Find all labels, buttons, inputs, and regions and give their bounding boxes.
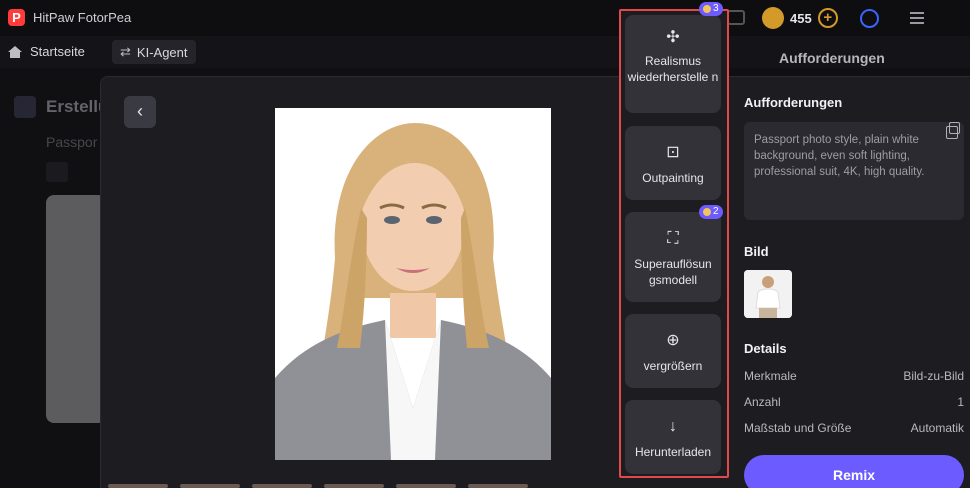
credits-widget[interactable]: 455 +	[762, 5, 838, 31]
thumbnail-peek[interactable]	[324, 484, 384, 488]
nav-agent-label: KI-Agent	[136, 44, 188, 60]
image-heading: Bild	[744, 244, 769, 259]
detail-row-count: Anzahl 1	[744, 395, 964, 409]
coin-icon	[703, 5, 711, 13]
nav-ai-agent[interactable]: ⇄ KI-Agent	[112, 40, 196, 64]
detail-label: Maßstab und Größe	[744, 421, 852, 435]
detail-row-features: Merkmale Bild-zu-Bild	[744, 369, 964, 383]
cost-badge: 2	[699, 205, 723, 219]
detail-value: Bild-zu-Bild	[903, 369, 964, 383]
detail-label: Merkmale	[744, 369, 797, 383]
realism-restore-label: Realismus wiederherstelle n	[627, 54, 719, 84]
expand-corners-icon: ⛶	[667, 230, 679, 247]
sparkle-icon: ✣	[666, 29, 680, 46]
badge-count: 3	[713, 3, 719, 14]
title-bar: P HitPaw FotorPea 455 +	[0, 0, 970, 36]
nav-home[interactable]: Startseite	[8, 44, 85, 59]
zoom-in-label: vergrößern	[643, 359, 703, 373]
super-resolution-button[interactable]: ⛶ Superauflösun gsmodell	[625, 212, 721, 302]
remix-button[interactable]: Remix	[744, 455, 964, 488]
download-label: Herunterladen	[634, 445, 712, 459]
user-icon[interactable]	[860, 9, 879, 28]
outpainting-label: Outpainting	[642, 171, 704, 185]
coin-icon	[762, 7, 784, 29]
thumbnail-peek[interactable]	[468, 484, 528, 488]
menu-icon[interactable]	[910, 12, 924, 24]
generated-photo	[275, 108, 551, 460]
thumbnail-peek[interactable]	[108, 484, 168, 488]
home-icon	[8, 45, 22, 58]
background-right-title: Aufforderungen	[779, 50, 885, 66]
copy-icon[interactable]	[946, 122, 960, 139]
thumbnail-peek[interactable]	[396, 484, 456, 488]
swap-icon: ⇄	[120, 44, 131, 59]
credit-count: 455	[790, 10, 812, 26]
nav-home-label: Startseite	[30, 44, 85, 59]
add-credits-icon[interactable]: +	[817, 8, 838, 28]
outpainting-button[interactable]: ⊡ Outpainting	[625, 126, 721, 200]
download-arrow-icon: ↓	[669, 418, 677, 435]
badge-count: 2	[713, 206, 719, 217]
cost-badge: 3	[699, 2, 723, 16]
details-heading: Details	[744, 341, 787, 356]
coin-icon	[703, 208, 711, 216]
detail-value: Automatik	[910, 421, 964, 435]
download-button[interactable]: ↓ Herunterladen	[625, 400, 721, 474]
source-image-thumbnail[interactable]	[744, 270, 792, 318]
thumbnail-peek[interactable]	[180, 484, 240, 488]
detail-value: 1	[957, 395, 964, 409]
thumbnail-peek[interactable]	[252, 484, 312, 488]
detail-row-scale: Maßstab und Größe Automatik	[744, 421, 964, 435]
image-expand-icon: ⊡	[666, 144, 680, 161]
back-button[interactable]: ‹	[124, 96, 156, 128]
detail-label: Anzahl	[744, 395, 781, 409]
thumbnail-strip	[108, 484, 608, 488]
app-logo: P	[8, 9, 25, 26]
zoom-in-icon: ⊕	[666, 332, 680, 349]
app-title: HitPaw FotorPea	[33, 10, 132, 25]
gallery-icon[interactable]	[727, 10, 745, 25]
prompt-text: Passport photo style, plain white backgr…	[744, 122, 964, 220]
realism-restore-button[interactable]: ✣ Realismus wiederherstelle n	[625, 15, 721, 113]
super-resolution-label: Superauflösun gsmodell	[634, 257, 712, 287]
prompt-heading: Aufforderungen	[744, 95, 843, 110]
zoom-in-button[interactable]: ⊕ vergrößern	[625, 314, 721, 388]
